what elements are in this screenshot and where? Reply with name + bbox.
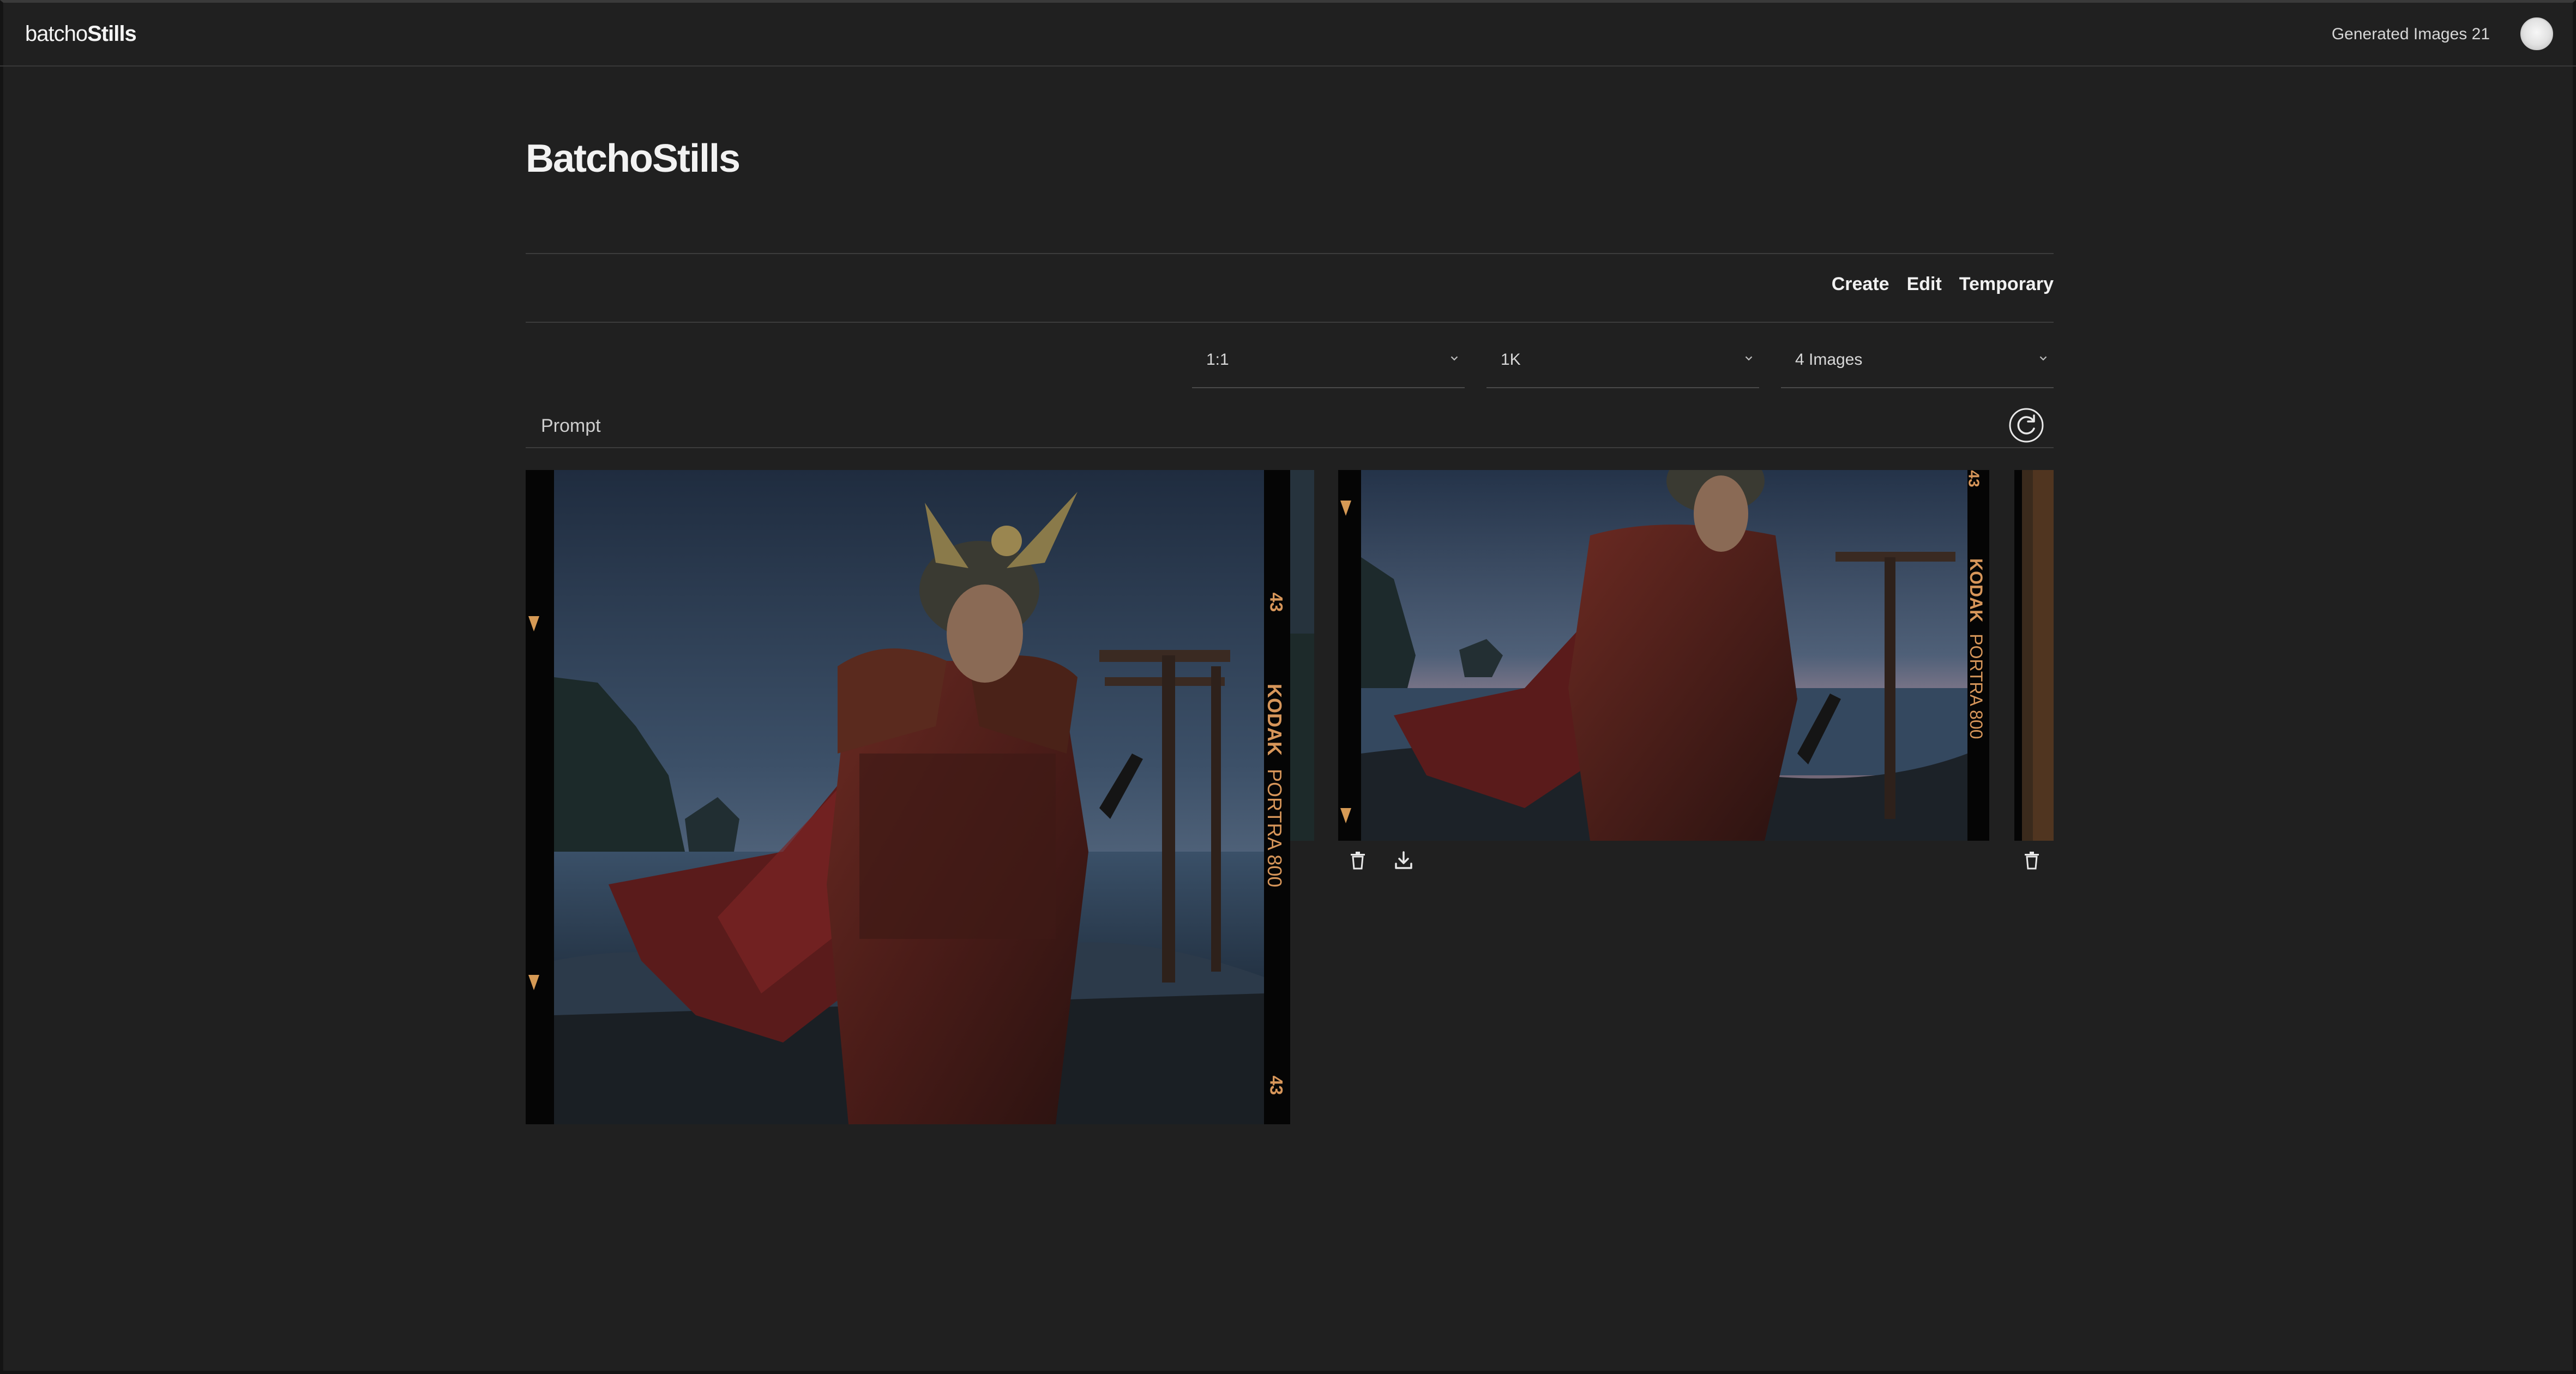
generated-image[interactable] (1361, 470, 1967, 841)
app-logo[interactable]: batchoStills (25, 22, 137, 46)
film-rebate-left (2014, 470, 2022, 841)
image-actions (2021, 849, 2043, 871)
image-count-select[interactable]: 4 Images (1781, 333, 2054, 388)
generated-image[interactable] (554, 470, 1264, 1124)
chevron-down-icon (1745, 356, 1753, 361)
film-frame-number: 43 (1965, 470, 1983, 487)
film-stock: PORTRA 800 (1263, 769, 1286, 888)
film-frame-third[interactable] (2014, 470, 2054, 841)
user-avatar[interactable] (2520, 17, 2553, 50)
refresh-icon[interactable] (2009, 408, 2044, 443)
tab-create[interactable]: Create (1832, 274, 1889, 295)
film-rebate-left (526, 470, 554, 1124)
film-frame-partial[interactable] (1290, 470, 1314, 841)
film-frame-number: 43 (1266, 592, 1286, 612)
resolution-select[interactable]: 1K (1486, 333, 1759, 388)
chevron-down-icon (2039, 356, 2047, 361)
image-actions (1347, 849, 1415, 871)
image-count-value: 4 Images (1795, 351, 1863, 369)
tab-edit[interactable]: Edit (1907, 274, 1942, 295)
aspect-ratio-value: 1:1 (1206, 351, 1229, 369)
download-icon[interactable] (1393, 849, 1415, 871)
prompt-row (526, 390, 2054, 461)
top-bar: batchoStills Generated Images 21 (0, 0, 2576, 67)
logo-text-thin: batcho (25, 22, 88, 46)
mode-tabs: Create Edit Temporary (1832, 274, 2054, 295)
prompt-input[interactable] (540, 407, 1958, 445)
partial-image (2022, 470, 2054, 841)
film-arrow-marker (1340, 808, 1351, 823)
image-gallery: 43 43 KODAK PORTRA 800 43 KODAK PORTRA 8… (526, 470, 2054, 1135)
film-arrow-marker (528, 616, 539, 631)
film-rebate-left (1338, 470, 1361, 841)
film-edge-label: KODAK PORTRA 800 (1966, 558, 1986, 739)
film-frame-number: 43 (1266, 1075, 1286, 1095)
samurai-photo (1361, 470, 1967, 841)
divider (526, 253, 2054, 254)
partial-image (1290, 470, 1314, 841)
film-frame-second[interactable]: 43 KODAK PORTRA 800 (1338, 470, 1989, 841)
divider (526, 322, 2054, 323)
film-arrow-marker (1340, 501, 1351, 516)
film-arrow-marker (528, 975, 539, 990)
logo-text-bold: Stills (87, 22, 137, 46)
divider (526, 447, 2054, 448)
chevron-down-icon (1450, 356, 1458, 361)
film-frame-large[interactable]: 43 43 KODAK PORTRA 800 (526, 470, 1290, 1124)
film-stock: PORTRA 800 (1966, 634, 1986, 739)
page-title: BatchoStills (526, 137, 741, 180)
samurai-photo (554, 470, 1264, 1124)
film-brand: KODAK (1966, 558, 1986, 623)
aspect-ratio-select[interactable]: 1:1 (1192, 333, 1465, 388)
tab-temporary[interactable]: Temporary (1959, 274, 2054, 295)
settings-row: 1:1 1K 4 Images (526, 333, 2054, 389)
trash-icon[interactable] (1347, 849, 1369, 871)
trash-icon[interactable] (2021, 849, 2043, 871)
resolution-value: 1K (1501, 351, 1521, 369)
generated-images-counter: Generated Images 21 (2331, 25, 2490, 43)
film-brand: KODAK (1263, 684, 1286, 756)
film-edge-label: KODAK PORTRA 800 (1263, 684, 1286, 887)
